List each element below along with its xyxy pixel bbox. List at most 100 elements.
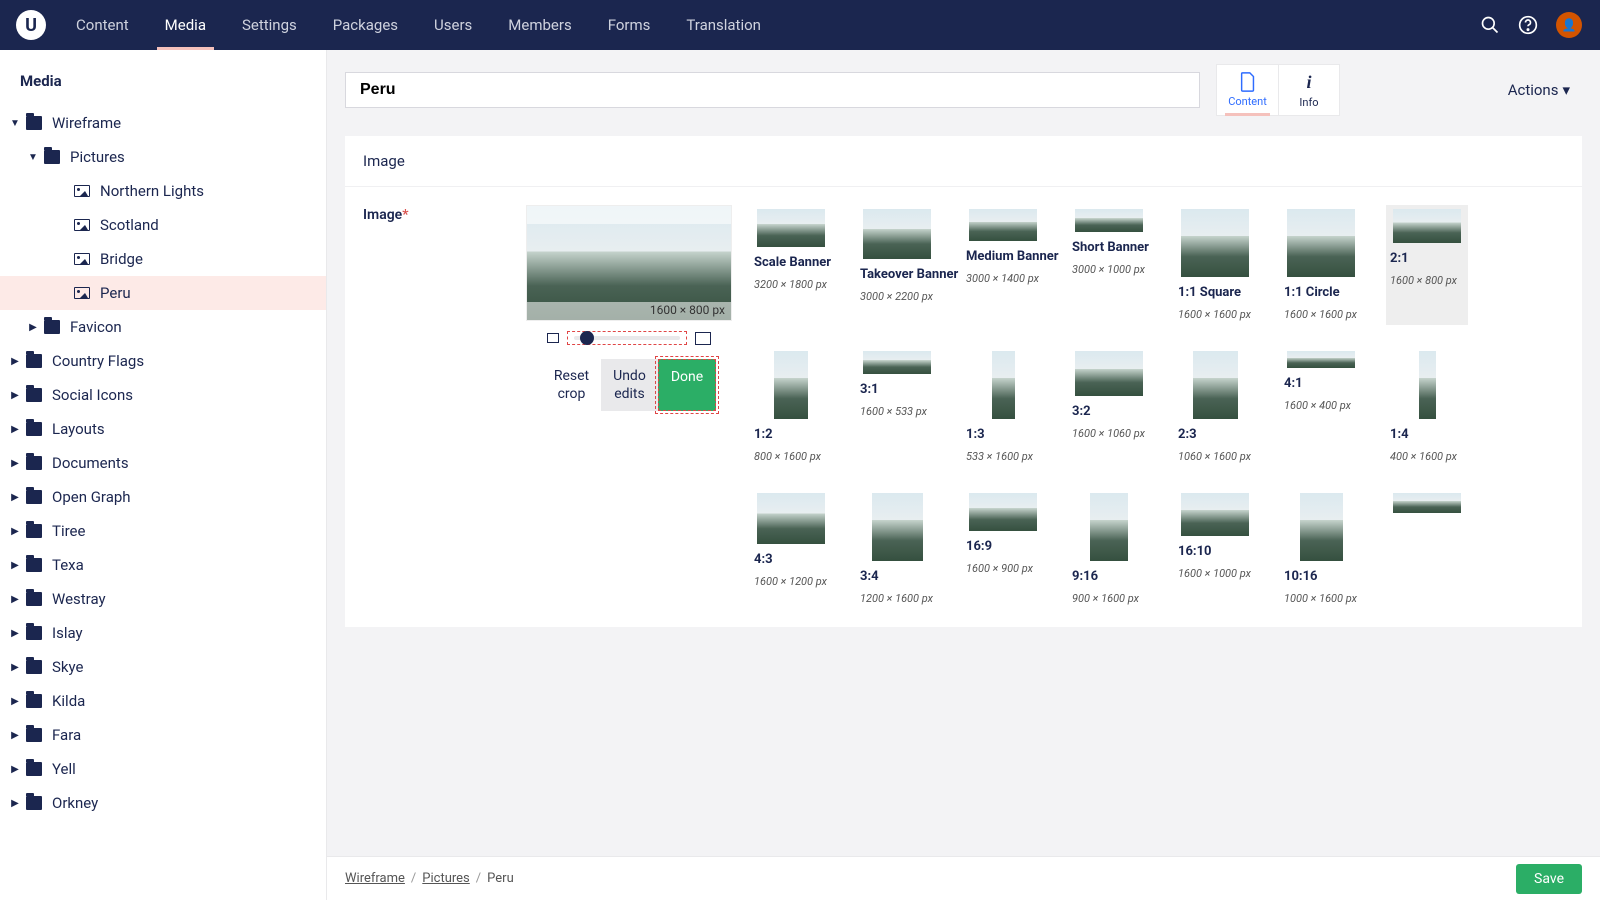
- crop-thumbnail: [969, 209, 1037, 241]
- caret-right-icon[interactable]: ▶: [10, 764, 20, 775]
- caret-right-icon[interactable]: ▶: [10, 798, 20, 809]
- tree-node-peru[interactable]: Peru: [0, 276, 326, 310]
- caret-right-icon[interactable]: ▶: [10, 594, 20, 605]
- crop-1-1-square[interactable]: 1:1 Square1600 × 1600 px: [1174, 205, 1256, 325]
- tree-node-pictures[interactable]: ▼Pictures: [0, 140, 326, 174]
- caret-right-icon[interactable]: ▶: [10, 560, 20, 571]
- crop-takeover-banner[interactable]: Takeover Banner3000 × 2200 px: [856, 205, 938, 325]
- crop-2-3[interactable]: 2:31060 × 1600 px: [1174, 347, 1256, 467]
- tree-node-skye[interactable]: ▶ Skye: [0, 650, 326, 684]
- tree-label: Texa: [52, 556, 84, 574]
- caret-right-icon[interactable]: ▶: [10, 662, 20, 673]
- app-tab-info[interactable]: iInfo: [1278, 64, 1340, 116]
- tree-node-northern-lights[interactable]: Northern Lights: [0, 174, 326, 208]
- zoom-out-icon: [547, 333, 559, 343]
- crop-dimensions: 3000 × 1400 px: [966, 272, 1040, 285]
- caret-right-icon[interactable]: ▶: [10, 424, 20, 435]
- caret-down-icon[interactable]: ▼: [28, 152, 38, 163]
- nav-translation[interactable]: Translation: [668, 0, 779, 50]
- tree-node-open-graph[interactable]: ▶Open Graph: [0, 480, 326, 514]
- crop-title: Scale Banner: [754, 255, 828, 270]
- done-button[interactable]: Done: [658, 359, 716, 411]
- caret-right-icon[interactable]: ▶: [10, 492, 20, 503]
- crop-1-3[interactable]: 1:3533 × 1600 px: [962, 347, 1044, 467]
- caret-down-icon[interactable]: ▼: [10, 118, 20, 129]
- nav-forms[interactable]: Forms: [590, 0, 669, 50]
- tree-node-tiree[interactable]: ▶Tiree: [0, 514, 326, 548]
- tree-node-country-flags[interactable]: ▶Country Flags: [0, 344, 326, 378]
- crop-1-4[interactable]: 1:4400 × 1600 px: [1386, 347, 1468, 467]
- caret-right-icon[interactable]: ▶: [10, 628, 20, 639]
- crop-2-1[interactable]: 2:1 1600 × 800 px: [1386, 205, 1468, 325]
- nav-content[interactable]: Content: [58, 0, 147, 50]
- breadcrumb-item[interactable]: Pictures: [422, 871, 469, 886]
- help-icon[interactable]: [1518, 15, 1538, 35]
- crop-short-banner[interactable]: Short Banner3000 × 1000 px: [1068, 205, 1150, 325]
- zoom-slider-thumb[interactable]: [580, 331, 594, 345]
- tree-label: Scotland: [100, 216, 159, 234]
- tree-node-islay[interactable]: ▶Islay: [0, 616, 326, 650]
- tree-node-orkney[interactable]: ▶ Orkney: [0, 786, 326, 820]
- logo-icon[interactable]: U: [16, 10, 46, 40]
- tree-label: Yell: [52, 760, 76, 778]
- tree-node-kilda[interactable]: ▶Kilda: [0, 684, 326, 718]
- crop-1-1-circle[interactable]: 1:1 Circle1600 × 1600 px: [1280, 205, 1362, 325]
- caret-right-icon[interactable]: ▶: [10, 526, 20, 537]
- tree-label: Skye: [52, 658, 83, 676]
- breadcrumb-item[interactable]: Wireframe: [345, 871, 405, 886]
- caret-right-icon[interactable]: ▶: [10, 390, 20, 401]
- actions-menu-button[interactable]: Actions ▾: [1496, 73, 1582, 107]
- caret-right-icon[interactable]: ▶: [10, 696, 20, 707]
- crop-preview[interactable]: 1600 × 800 px: [526, 205, 732, 321]
- breadcrumb: Wireframe/Pictures/Peru: [345, 871, 514, 886]
- tree-node-favicon[interactable]: ▶Favicon: [0, 310, 326, 344]
- crop-3-4[interactable]: 3:41200 × 1600 px: [856, 489, 938, 609]
- caret-right-icon[interactable]: ▶: [10, 730, 20, 741]
- crop-title: 2:1: [1390, 251, 1464, 266]
- crop-scale-banner[interactable]: Scale Banner3200 × 1800 px: [750, 205, 832, 325]
- caret-right-icon[interactable]: ▶: [28, 322, 38, 333]
- crop-1-2[interactable]: 1:2800 × 1600 px: [750, 347, 832, 467]
- undo-edits-button[interactable]: Undo edits: [601, 359, 658, 411]
- tree-node-yell[interactable]: ▶ Yell: [0, 752, 326, 786]
- crop-9-16[interactable]: 9:16900 × 1600 px: [1068, 489, 1150, 609]
- reset-crop-button[interactable]: Reset crop: [542, 359, 601, 411]
- caret-right-icon[interactable]: ▶: [10, 356, 20, 367]
- search-icon[interactable]: [1480, 15, 1500, 35]
- crop-4-3[interactable]: 4:31600 × 1200 px: [750, 489, 832, 609]
- crop-3-2[interactable]: 3:21600 × 1060 px: [1068, 347, 1150, 467]
- crop-3-1[interactable]: 3:11600 × 533 px: [856, 347, 938, 467]
- crop-dimensions: 3000 × 1000 px: [1072, 263, 1146, 276]
- document-icon: [1239, 72, 1257, 92]
- crop-dimensions: 800 × 1600 px: [754, 450, 828, 463]
- tree-node-westray[interactable]: ▶Westray: [0, 582, 326, 616]
- caret-right-icon[interactable]: ▶: [10, 458, 20, 469]
- crop-16-10[interactable]: 16:101600 × 1000 px: [1174, 489, 1256, 609]
- crop-10-16[interactable]: 10:161000 × 1600 px: [1280, 489, 1362, 609]
- tree-node-documents[interactable]: ▶Documents: [0, 446, 326, 480]
- tree-node-scotland[interactable]: Scotland: [0, 208, 326, 242]
- nav-members[interactable]: Members: [490, 0, 589, 50]
- tree-node-fara[interactable]: ▶Fara: [0, 718, 326, 752]
- crop-medium-banner[interactable]: Medium Banner3000 × 1400 px: [962, 205, 1044, 325]
- nav-packages[interactable]: Packages: [315, 0, 416, 50]
- tree-node-bridge[interactable]: Bridge: [0, 242, 326, 276]
- node-name-input[interactable]: [345, 72, 1200, 108]
- nav-settings[interactable]: Settings: [224, 0, 315, 50]
- nav-media[interactable]: Media: [147, 0, 224, 50]
- nav-users[interactable]: Users: [416, 0, 490, 50]
- save-button[interactable]: Save: [1516, 864, 1582, 894]
- app-tab-content[interactable]: Content: [1216, 64, 1278, 116]
- crop-partial[interactable]: [1386, 489, 1468, 609]
- zoom-slider[interactable]: [574, 336, 680, 340]
- tree-node-social-icons[interactable]: ▶Social Icons: [0, 378, 326, 412]
- tree-node-layouts[interactable]: ▶Layouts: [0, 412, 326, 446]
- crop-16-9[interactable]: 16:91600 × 900 px: [962, 489, 1044, 609]
- crop-4-1[interactable]: 4:11600 × 400 px: [1280, 347, 1362, 467]
- crop-dimensions: 900 × 1600 px: [1072, 592, 1146, 605]
- crop-dimensions: 1600 × 800 px: [1390, 274, 1464, 287]
- tree-node-texa[interactable]: ▶ Texa: [0, 548, 326, 582]
- user-avatar[interactable]: 👤: [1556, 12, 1582, 38]
- tree-node-wireframe[interactable]: ▼Wireframe: [0, 106, 326, 140]
- tree-label: Orkney: [52, 794, 98, 812]
